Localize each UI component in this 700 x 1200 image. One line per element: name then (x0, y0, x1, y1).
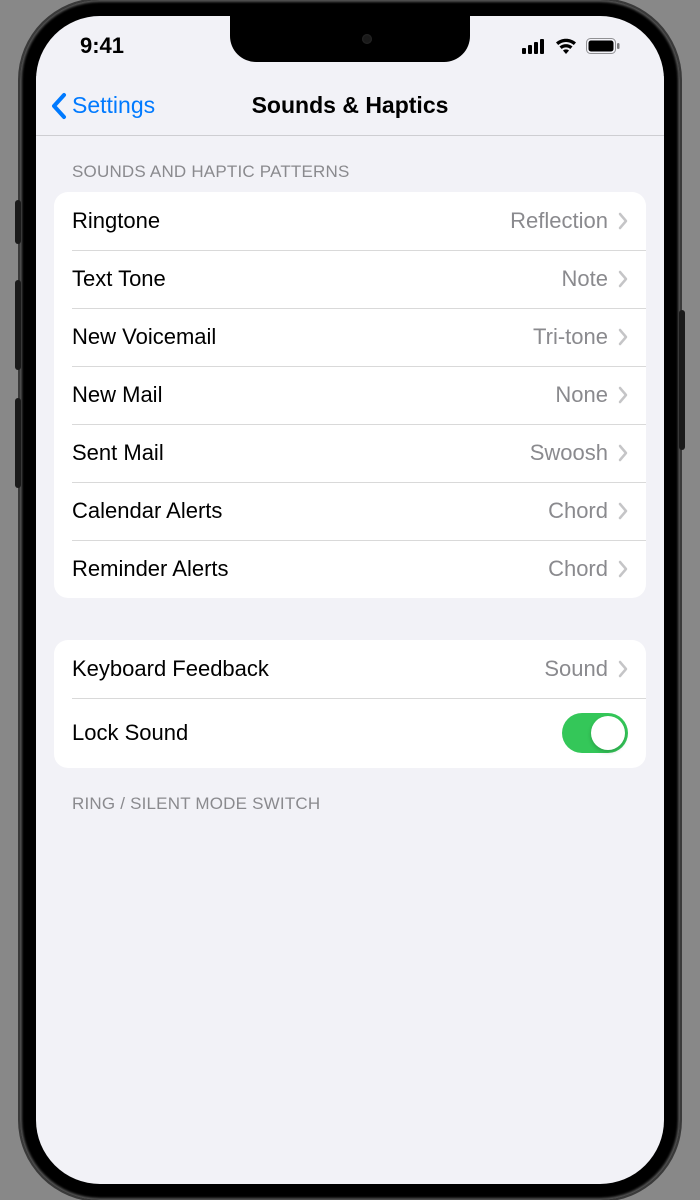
chevron-right-icon (618, 444, 628, 462)
spacer (54, 598, 646, 640)
back-button[interactable]: Settings (36, 92, 155, 120)
volume-down-button (15, 398, 21, 488)
chevron-right-icon (618, 328, 628, 346)
row-label: Calendar Alerts (72, 498, 548, 524)
battery-icon (586, 38, 620, 54)
row-label: Ringtone (72, 208, 510, 234)
group-patterns: Ringtone Reflection Text Tone Note New V… (54, 192, 646, 598)
row-label: Keyboard Feedback (72, 656, 544, 682)
chevron-left-icon (50, 92, 68, 120)
row-lock-sound: Lock Sound (54, 698, 646, 768)
row-reminder-alerts[interactable]: Reminder Alerts Chord (54, 540, 646, 598)
screen: 9:41 (36, 16, 664, 1184)
row-value: None (555, 382, 608, 408)
lock-sound-toggle[interactable] (562, 713, 628, 753)
row-calendar-alerts[interactable]: Calendar Alerts Chord (54, 482, 646, 540)
row-label: Text Tone (72, 266, 562, 292)
row-new-voicemail[interactable]: New Voicemail Tri-tone (54, 308, 646, 366)
row-value: Note (562, 266, 608, 292)
row-new-mail[interactable]: New Mail None (54, 366, 646, 424)
chevron-right-icon (618, 502, 628, 520)
content: SOUNDS AND HAPTIC PATTERNS Ringtone Refl… (36, 136, 664, 824)
back-label: Settings (72, 92, 155, 119)
row-label: New Voicemail (72, 324, 533, 350)
row-ringtone[interactable]: Ringtone Reflection (54, 192, 646, 250)
phone-frame: 9:41 (20, 0, 680, 1200)
wifi-icon (554, 37, 578, 55)
row-value: Chord (548, 498, 608, 524)
row-value: Sound (544, 656, 608, 682)
chevron-right-icon (618, 560, 628, 578)
status-time: 9:41 (80, 33, 124, 59)
group-misc: Keyboard Feedback Sound Lock Sound (54, 640, 646, 768)
row-keyboard-feedback[interactable]: Keyboard Feedback Sound (54, 640, 646, 698)
section-header-ring-silent: RING / SILENT MODE SWITCH (54, 768, 646, 824)
power-button (679, 310, 685, 450)
row-value: Reflection (510, 208, 608, 234)
row-label: Reminder Alerts (72, 556, 548, 582)
chevron-right-icon (618, 660, 628, 678)
row-label: Sent Mail (72, 440, 530, 466)
section-header-patterns: SOUNDS AND HAPTIC PATTERNS (54, 136, 646, 192)
status-right (522, 37, 620, 55)
mute-switch (15, 200, 21, 244)
notch (230, 16, 470, 62)
row-text-tone[interactable]: Text Tone Note (54, 250, 646, 308)
row-value: Tri-tone (533, 324, 608, 350)
cellular-icon (522, 38, 546, 54)
volume-up-button (15, 280, 21, 370)
row-value: Swoosh (530, 440, 608, 466)
row-value: Chord (548, 556, 608, 582)
toggle-knob (591, 716, 625, 750)
chevron-right-icon (618, 386, 628, 404)
row-label: Lock Sound (72, 720, 562, 746)
front-camera (362, 34, 372, 44)
row-label: New Mail (72, 382, 555, 408)
chevron-right-icon (618, 270, 628, 288)
chevron-right-icon (618, 212, 628, 230)
nav-bar: Settings Sounds & Haptics (36, 76, 664, 136)
row-sent-mail[interactable]: Sent Mail Swoosh (54, 424, 646, 482)
